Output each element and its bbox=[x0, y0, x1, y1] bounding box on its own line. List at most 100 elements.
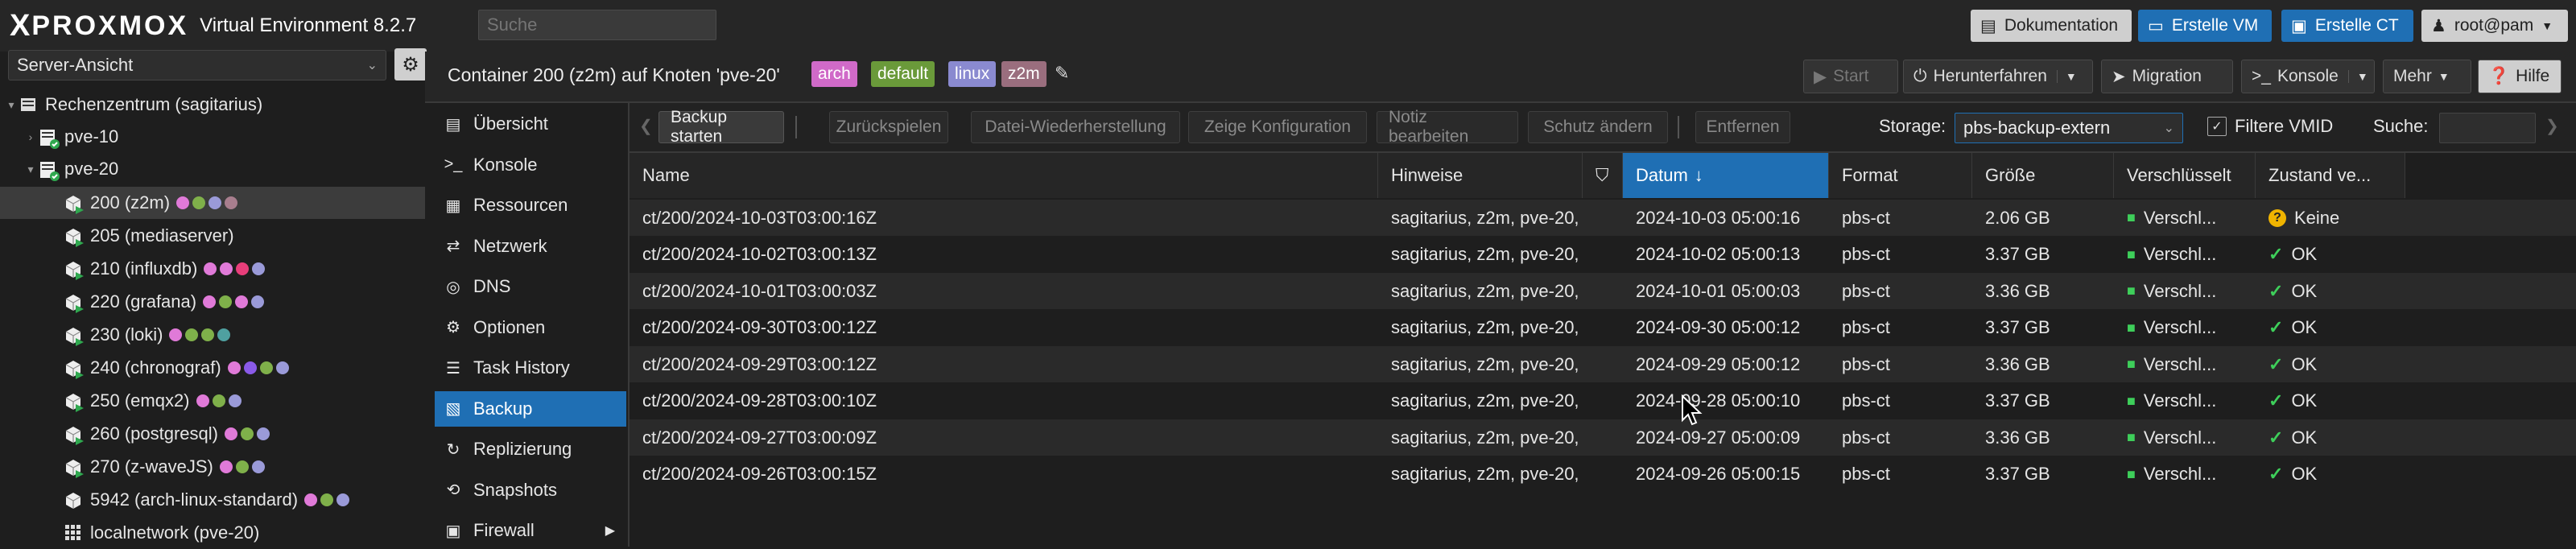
cell-state: ✓ OK bbox=[2256, 456, 2405, 493]
nav-item-network[interactable]: ⇄ Netzwerk bbox=[435, 229, 626, 264]
user-menu-button[interactable]: ♟ root@pam ▼ bbox=[2421, 10, 2568, 42]
chevron-down-icon[interactable]: ▼ bbox=[2347, 70, 2368, 83]
column-header[interactable]: Format bbox=[1829, 153, 1972, 198]
nav-item-dns[interactable]: ◎ DNS bbox=[435, 269, 626, 304]
edit-notes-button[interactable]: Notiz bearbeiten bbox=[1377, 108, 1518, 146]
show-config-button[interactable]: Zeige Konfiguration bbox=[1188, 111, 1367, 143]
create-vm-button[interactable]: ▭ Erstelle VM bbox=[2138, 10, 2272, 42]
restore-button[interactable]: Zurückspielen bbox=[829, 111, 948, 143]
lock-icon: ■ bbox=[2127, 209, 2136, 225]
scroll-right-icon[interactable]: ❯ bbox=[2545, 116, 2559, 136]
more-button[interactable]: Mehr ▼ bbox=[2383, 60, 2471, 93]
nav-item-options[interactable]: ⚙ Optionen bbox=[435, 310, 626, 345]
tree-item-node[interactable]: ▾ pve-20 bbox=[0, 153, 425, 185]
tree-item-container[interactable]: 260 (postgresql) bbox=[0, 418, 425, 450]
view-selector[interactable]: Server-Ansicht ⌄ bbox=[8, 50, 386, 80]
table-row[interactable]: ct/200/2024-10-03T03:00:16Z sagitarius, z… bbox=[630, 200, 2576, 236]
nav-item-label: DNS bbox=[473, 276, 511, 296]
scroll-left-icon[interactable]: ❮ bbox=[639, 116, 653, 136]
table-row[interactable]: ct/200/2024-09-26T03:00:15Z sagitarius, z… bbox=[630, 456, 2576, 493]
grid-search-input[interactable] bbox=[2439, 113, 2536, 143]
nav-item-firewall[interactable]: ▣ Firewall ▶ bbox=[435, 513, 626, 548]
cell-notes: sagitarius, z2m, pve-20, 200 bbox=[1378, 346, 1583, 382]
create-ct-button[interactable]: ▣ Erstelle CT bbox=[2281, 10, 2413, 42]
container-nav-menu: ▤ Übersicht >_ Konsole ▦ Ressourcen ⇄ Netzwerk ◎… bbox=[425, 103, 630, 547]
tree-item-container[interactable]: 205 (mediaserver) bbox=[0, 220, 425, 252]
tree-item-label: pve-10 bbox=[64, 126, 119, 147]
tag-dot bbox=[235, 295, 249, 308]
storage-select[interactable]: pbs-backup-extern ⌄ bbox=[1955, 113, 2183, 143]
nav-item-resources[interactable]: ▦ Ressourcen bbox=[435, 188, 626, 223]
shutdown-button[interactable]: ⏻ Herunterfahren ▼ bbox=[1903, 60, 2093, 93]
nav-item-replication[interactable]: ↻ Replizierung bbox=[435, 431, 626, 467]
tree-item-container[interactable]: 220 (grafana) bbox=[0, 286, 425, 318]
nav-item-backup[interactable]: ▧ Backup bbox=[435, 390, 626, 427]
file-restore-button[interactable]: Datei-Wiederherstellung bbox=[971, 111, 1180, 143]
cell-text: 2.06 GB bbox=[1985, 207, 2050, 228]
check-icon: ✓ bbox=[2268, 427, 2284, 448]
global-search-input[interactable] bbox=[478, 10, 716, 40]
cell-text: sagitarius, z2m, pve-20, 200 bbox=[1391, 244, 1583, 264]
expand-closed-icon[interactable]: › bbox=[23, 130, 39, 143]
table-row[interactable]: ct/200/2024-10-01T03:00:03Z sagitarius, z… bbox=[630, 273, 2576, 309]
column-header[interactable]: Größe bbox=[1972, 153, 2114, 198]
column-header[interactable]: ⛉ bbox=[1583, 153, 1623, 198]
node-online-icon bbox=[39, 160, 60, 181]
filter-vmid-checkbox[interactable]: ✓ Filtere VMID bbox=[2207, 116, 2333, 137]
container-running-icon bbox=[64, 293, 84, 313]
tree-item-container[interactable]: 240 (chronograf) bbox=[0, 352, 425, 384]
table-row[interactable]: ct/200/2024-09-29T03:00:12Z sagitarius, z… bbox=[630, 346, 2576, 382]
nav-item-console[interactable]: >_ Konsole bbox=[435, 147, 626, 183]
tree-item-datacenter[interactable]: ▾ Rechenzentrum (sagitarius) bbox=[0, 89, 425, 121]
logo-wordmark: PROXMOX bbox=[31, 10, 189, 41]
nav-item-label: Firewall bbox=[473, 520, 535, 540]
submenu-arrow-icon[interactable]: ▶ bbox=[605, 522, 615, 539]
tree-item-container[interactable]: 200 (z2m) bbox=[0, 187, 425, 219]
proxmox-logo: X PROXMOX Virtual Environment 8.2.7 bbox=[10, 8, 416, 43]
firewall-icon: ▣ bbox=[445, 522, 461, 540]
expand-open-icon[interactable]: ▾ bbox=[3, 98, 19, 112]
table-row[interactable]: ct/200/2024-10-02T03:00:13Z sagitarius, z… bbox=[630, 236, 2576, 273]
tree-item-node[interactable]: › pve-10 bbox=[0, 121, 425, 153]
column-header[interactable]: Hinweise bbox=[1378, 153, 1583, 198]
column-header[interactable]: Name bbox=[630, 153, 1378, 198]
nav-item-overview[interactable]: ▤ Übersicht bbox=[435, 106, 626, 142]
column-header[interactable]: Datum ↓ bbox=[1623, 153, 1829, 198]
tree-item-label: pve-20 bbox=[64, 159, 119, 179]
tree-item-network[interactable]: localnetwork (pve-20) bbox=[0, 517, 425, 549]
remove-button[interactable]: Entfernen bbox=[1695, 111, 1790, 143]
cell-text: sagitarius, z2m, pve-20, 200 bbox=[1391, 353, 1583, 374]
tree-item-container[interactable]: 230 (loki) bbox=[0, 319, 425, 351]
start-button[interactable]: ▶ Start bbox=[1803, 60, 1898, 93]
cell-text: 3.36 GB bbox=[1985, 353, 2050, 374]
cell-notes: sagitarius, z2m, pve-20, 200 bbox=[1378, 419, 1583, 456]
nav-item-snapshots[interactable]: ⟲ Snapshots bbox=[435, 473, 626, 508]
table-row[interactable]: ct/200/2024-09-27T03:00:09Z sagitarius, z… bbox=[630, 419, 2576, 456]
documentation-button[interactable]: ▤ Dokumentation bbox=[1971, 10, 2132, 42]
cell-format: pbs-ct bbox=[1829, 419, 1972, 456]
table-row[interactable]: ct/200/2024-09-30T03:00:12Z sagitarius, z… bbox=[630, 309, 2576, 346]
tree-item-container[interactable]: 250 (emqx2) bbox=[0, 385, 425, 417]
tree-item-container[interactable]: 210 (influxdb) bbox=[0, 253, 425, 285]
help-button[interactable]: ❓ Hilfe bbox=[2478, 60, 2562, 93]
tree-item-container[interactable]: 270 (z-waveJS) bbox=[0, 451, 425, 483]
column-header[interactable]: Zustand ve... bbox=[2256, 153, 2405, 198]
cell-name: ct/200/2024-09-29T03:00:12Z bbox=[630, 346, 1378, 382]
tree-settings-button[interactable]: ⚙ bbox=[394, 48, 427, 80]
console-button[interactable]: >_ Konsole ▼ bbox=[2241, 60, 2375, 93]
start-backup-button[interactable]: Backup starten bbox=[658, 108, 784, 146]
expand-open-icon[interactable]: ▾ bbox=[23, 163, 39, 176]
resource-tree-panel: Server-Ansicht ⌄ ⚙ ▾ Rechenzentrum (sagit… bbox=[0, 48, 427, 549]
edit-tags-icon[interactable]: ✎ bbox=[1055, 63, 1069, 84]
column-header[interactable]: Verschlüsselt bbox=[2114, 153, 2256, 198]
table-row[interactable]: ct/200/2024-09-28T03:00:10Z sagitarius, z… bbox=[630, 382, 2576, 419]
tag-dot bbox=[256, 427, 270, 440]
tag-z2m: z2m bbox=[1001, 61, 1046, 87]
tree-item-container[interactable]: 5942 (arch-linux-standard) bbox=[0, 484, 425, 516]
tag-dots bbox=[304, 493, 350, 506]
check-icon: ✓ bbox=[2268, 353, 2284, 374]
migrate-button[interactable]: ➤ Migration bbox=[2101, 60, 2233, 93]
change-protection-button[interactable]: Schutz ändern bbox=[1528, 111, 1668, 143]
nav-item-task-history[interactable]: ☰ Task History bbox=[435, 350, 626, 386]
chevron-down-icon[interactable]: ▼ bbox=[2056, 70, 2077, 83]
